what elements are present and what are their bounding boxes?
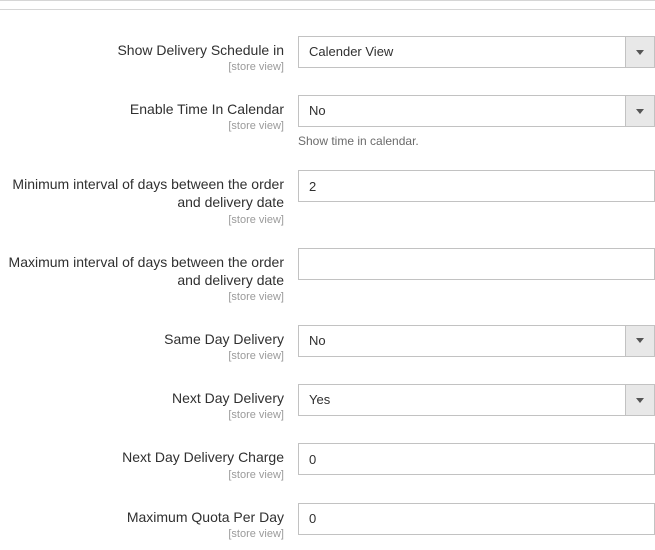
section-divider [0,0,655,10]
field-label: Minimum interval of days between the ord… [0,175,284,211]
field-row-next-day-charge: Next Day Delivery Charge [store view] [0,443,655,480]
chevron-down-icon[interactable] [625,36,655,68]
field-row-enable-time: Enable Time In Calendar [store view] No … [0,95,655,148]
label-col: Maximum interval of days between the ord… [0,248,298,303]
show-schedule-select[interactable]: Calender View [298,36,655,68]
select-value: No [298,325,625,357]
scope-hint: [store view] [0,291,284,303]
field-col [298,443,655,475]
label-col: Minimum interval of days between the ord… [0,170,298,225]
scope-hint: [store view] [0,214,284,226]
help-text: Show time in calendar. [298,134,655,148]
scope-hint: [store view] [0,409,284,421]
field-col: No [298,325,655,357]
field-label: Show Delivery Schedule in [0,41,284,59]
field-col: No Show time in calendar. [298,95,655,148]
scope-hint: [store view] [0,120,284,132]
scope-hint: [store view] [0,61,284,73]
field-row-show-schedule: Show Delivery Schedule in [store view] C… [0,36,655,73]
label-col: Enable Time In Calendar [store view] [0,95,298,132]
field-label: Next Day Delivery Charge [0,448,284,466]
field-col [298,170,655,202]
chevron-down-icon[interactable] [625,325,655,357]
select-value: Calender View [298,36,625,68]
same-day-select[interactable]: No [298,325,655,357]
field-label: Maximum interval of days between the ord… [0,253,284,289]
min-interval-input[interactable] [298,170,655,202]
field-label: Next Day Delivery [0,389,284,407]
next-day-select[interactable]: Yes [298,384,655,416]
field-row-max-interval: Maximum interval of days between the ord… [0,248,655,303]
scope-hint: [store view] [0,469,284,481]
label-col: Same Day Delivery [store view] [0,325,298,362]
label-col: Next Day Delivery Charge [store view] [0,443,298,480]
field-label: Enable Time In Calendar [0,100,284,118]
next-day-charge-input[interactable] [298,443,655,475]
label-col: Maximum Quota Per Day [store view] [0,503,298,540]
field-row-same-day: Same Day Delivery [store view] No [0,325,655,362]
field-label: Maximum Quota Per Day [0,508,284,526]
label-col: Show Delivery Schedule in [store view] [0,36,298,73]
chevron-down-icon[interactable] [625,384,655,416]
chevron-down-icon[interactable] [625,95,655,127]
select-value: Yes [298,384,625,416]
delivery-settings-form: Show Delivery Schedule in [store view] C… [0,10,655,540]
scope-hint: [store view] [0,350,284,362]
scope-hint: [store view] [0,528,284,540]
field-row-min-interval: Minimum interval of days between the ord… [0,170,655,225]
enable-time-select[interactable]: No [298,95,655,127]
select-value: No [298,95,625,127]
field-col [298,248,655,280]
label-col: Next Day Delivery [store view] [0,384,298,421]
field-label: Same Day Delivery [0,330,284,348]
max-interval-input[interactable] [298,248,655,280]
field-col: Calender View [298,36,655,68]
field-row-max-quota: Maximum Quota Per Day [store view] [0,503,655,540]
field-row-next-day: Next Day Delivery [store view] Yes [0,384,655,421]
field-col: Yes [298,384,655,416]
